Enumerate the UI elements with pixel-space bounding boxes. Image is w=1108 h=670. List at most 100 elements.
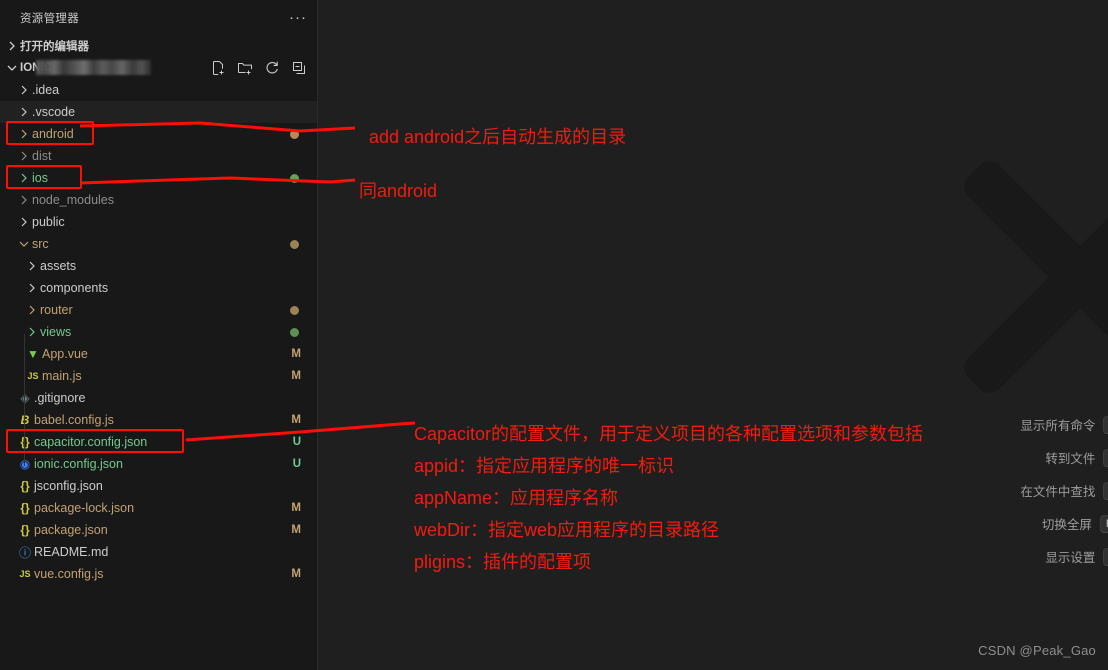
annotation-android-note: add android之后自动生成的目录 bbox=[369, 127, 627, 147]
tree-item-label: main.js bbox=[42, 369, 82, 383]
file-type-icon: ◉ bbox=[16, 457, 34, 471]
annotation-capacitor-line-2: appName：应用程序名称 bbox=[414, 488, 619, 508]
tree-folder-public[interactable]: public bbox=[0, 211, 317, 233]
tree-file--gitignore[interactable]: ◈.gitignore bbox=[0, 387, 317, 409]
tree-file-app-vue[interactable]: ▼ App.vue M bbox=[0, 343, 317, 365]
tree-item-label: babel.config.js bbox=[34, 413, 114, 427]
git-status-dot bbox=[290, 129, 299, 139]
tree-item-label: package.json bbox=[34, 523, 108, 537]
chevron-right-icon[interactable] bbox=[24, 302, 40, 318]
file-type-icon: JS bbox=[24, 371, 42, 381]
watermark-shortcut-row: 切换全屏 F11 bbox=[898, 507, 1108, 540]
git-status-dot bbox=[290, 173, 299, 183]
annotation-highlight-box bbox=[6, 429, 184, 453]
annotation-capacitor-line-0: Capacitor的配置文件，用于定义项目的各种配置选项和参数包括 bbox=[414, 424, 924, 444]
tree-item-label: package-lock.json bbox=[34, 501, 135, 515]
watermark-shortcut-label[interactable]: 转到文件 bbox=[1045, 448, 1095, 467]
open-editors-label: 打开的编辑器 bbox=[20, 41, 89, 53]
git-status-badge: M bbox=[291, 502, 301, 514]
tree-folder-node-modules[interactable]: node_modules bbox=[0, 189, 317, 211]
tree-item-label: views bbox=[40, 325, 72, 339]
watermark-shortcut-key: F11 bbox=[1099, 514, 1108, 533]
watermark-shortcut-label[interactable]: 在文件中查找 bbox=[1020, 481, 1095, 500]
tree-file-jsconfig-json[interactable]: {} jsconfig.json bbox=[0, 475, 317, 497]
json-file-icon: {} bbox=[20, 523, 30, 537]
git-status-badge: U bbox=[292, 458, 301, 470]
tree-item-label: src bbox=[32, 237, 49, 251]
chevron-right-icon[interactable] bbox=[24, 324, 40, 340]
tree-item-label: README.md bbox=[34, 545, 109, 559]
tree-item-label: .vscode bbox=[32, 105, 76, 119]
chevron-right-icon[interactable] bbox=[16, 148, 32, 164]
git-status-badge: M bbox=[291, 348, 301, 360]
annotation-ios-note: 同android bbox=[359, 181, 438, 201]
tree-folder-src[interactable]: src bbox=[0, 233, 317, 255]
tree-folder-views[interactable]: views bbox=[0, 321, 317, 343]
open-editors-section[interactable]: 打开的编辑器 bbox=[0, 35, 317, 57]
git-status-badge: M bbox=[291, 524, 301, 536]
watermark-shortcut-row: 显示设置 Ctr bbox=[898, 540, 1108, 573]
file-type-icon: {} bbox=[16, 479, 34, 493]
watermark-shortcut-row: 在文件中查找 Ctr bbox=[898, 474, 1108, 507]
collapse-all-icon[interactable] bbox=[291, 60, 307, 76]
watermark-shortcut-label[interactable]: 切换全屏 bbox=[1042, 514, 1092, 533]
csdn-credit-watermark: CSDN @Peak_Gao bbox=[978, 643, 1096, 658]
watermark-shortcut-key: Ctr bbox=[1103, 415, 1108, 434]
chevron-down-icon[interactable] bbox=[16, 236, 32, 252]
tree-folder-components[interactable]: components bbox=[0, 277, 317, 299]
chevron-right-icon[interactable] bbox=[16, 104, 32, 120]
annotation-capacitor-line-3: webDir：指定web应用程序的目录路径 bbox=[414, 520, 720, 540]
chevron-right-icon[interactable] bbox=[24, 280, 40, 296]
chevron-right-icon bbox=[4, 38, 20, 54]
vue-file-icon: ▼ bbox=[27, 347, 39, 361]
refresh-icon[interactable] bbox=[264, 60, 280, 76]
tree-file-main-js[interactable]: JS main.js M bbox=[0, 365, 317, 387]
file-type-icon: JS bbox=[16, 569, 34, 579]
watermark-shortcut-row: 显示所有命令 Ctr bbox=[898, 408, 1108, 441]
tree-folder-dist[interactable]: dist bbox=[0, 145, 317, 167]
git-status-badge: M bbox=[291, 370, 301, 382]
tree-item-label: dist bbox=[32, 149, 52, 163]
tree-item-label: node_modules bbox=[32, 193, 115, 207]
tree-folder--idea[interactable]: .idea bbox=[0, 79, 317, 101]
tree-folder-router[interactable]: router bbox=[0, 299, 317, 321]
redacted-project-name bbox=[36, 60, 151, 75]
project-root-row[interactable]: IONIC bbox=[0, 57, 317, 79]
editor-watermark-shortcuts: 显示所有命令 Ctr 转到文件 Ctr 在文件中查找 Ctr 切换全屏 F11 显示设置 Ctr bbox=[898, 408, 1108, 573]
watermark-shortcut-label[interactable]: 显示设置 bbox=[1045, 547, 1095, 566]
git-status-badge: M bbox=[291, 414, 301, 426]
tree-file-babel-config-js[interactable]: Bbabel.config.js M bbox=[0, 409, 317, 431]
file-type-icon: {} bbox=[16, 501, 34, 515]
annotation-capacitor-notes: Capacitor的配置文件，用于定义项目的各种配置选项和参数包括 appid：指… bbox=[414, 425, 923, 585]
chevron-right-icon[interactable] bbox=[16, 192, 32, 208]
js-file-icon: JS bbox=[19, 569, 31, 579]
new-file-icon[interactable] bbox=[210, 60, 226, 76]
tree-file-package-json[interactable]: {} package.json M bbox=[0, 519, 317, 541]
chevron-right-icon[interactable] bbox=[24, 258, 40, 274]
tree-file-vue-config-js[interactable]: JS vue.config.js M bbox=[0, 563, 317, 585]
tree-folder--vscode[interactable]: .vscode bbox=[0, 101, 317, 123]
file-type-icon: ▼ bbox=[24, 347, 42, 361]
json-file-icon: {} bbox=[20, 479, 30, 493]
more-actions-icon[interactable]: ··· bbox=[287, 7, 309, 29]
git-status-dot bbox=[290, 305, 299, 315]
tree-file-package-lock-json[interactable]: {} package-lock.json M bbox=[0, 497, 317, 519]
tree-item-label: jsconfig.json bbox=[34, 479, 103, 493]
new-folder-icon[interactable] bbox=[237, 60, 253, 76]
watermark-shortcut-key: Ctr bbox=[1103, 448, 1108, 467]
watermark-shortcut-label[interactable]: 显示所有命令 bbox=[1020, 415, 1095, 434]
tree-file-readme-md[interactable]: ⓘ README.md bbox=[0, 541, 317, 563]
explorer-sidebar: 资源管理器 ··· 打开的编辑器 IONIC bbox=[0, 0, 318, 670]
json-file-icon: {} bbox=[20, 501, 30, 515]
markdown-file-icon: ⓘ bbox=[18, 545, 31, 560]
watermark-shortcut-row: 转到文件 Ctr bbox=[898, 441, 1108, 474]
tree-folder-assets[interactable]: assets bbox=[0, 255, 317, 277]
chevron-right-icon[interactable] bbox=[16, 214, 32, 230]
explorer-actions bbox=[210, 57, 307, 79]
tree-item-label: components bbox=[40, 281, 109, 295]
annotation-highlight-box bbox=[6, 165, 82, 189]
tree-file-ionic-config-json[interactable]: ◉ionic.config.json U bbox=[0, 453, 317, 475]
file-type-icon: ⓘ bbox=[16, 544, 34, 561]
chevron-right-icon[interactable] bbox=[16, 82, 32, 98]
file-type-icon: B bbox=[16, 413, 34, 427]
